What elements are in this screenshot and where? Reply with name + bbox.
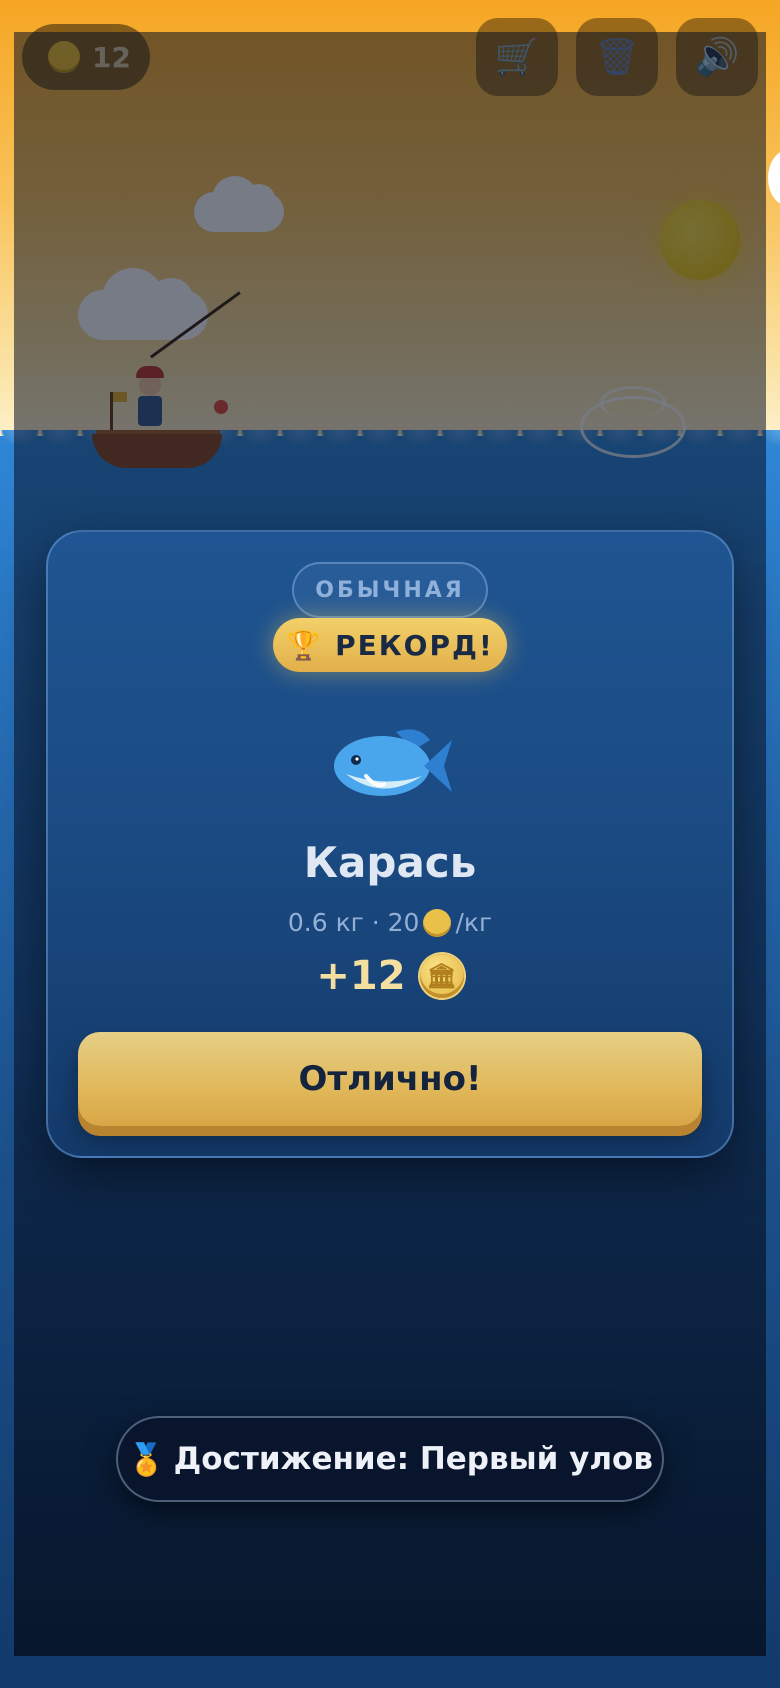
- achievement-text: Достижение: Первый улов: [173, 1441, 653, 1477]
- fish-stats: 0.6 кг · 20 /кг: [46, 908, 734, 937]
- fish-name: Карась: [303, 838, 477, 887]
- fish-weight-price: 0.6 кг · 20: [287, 908, 420, 937]
- record-label: РЕКОРД!: [335, 628, 494, 662]
- achievement-toast: 🏅 Достижение: Первый улов: [116, 1416, 664, 1502]
- fish-icon: [334, 729, 452, 796]
- coin-icon: 🏛: [419, 954, 464, 998]
- coin-icon: [423, 908, 452, 937]
- confirm-button[interactable]: Отлично!: [78, 1032, 702, 1126]
- rarity-badge: ОБЫЧНАЯ: [292, 562, 488, 618]
- trophy-icon: 🏆: [286, 628, 324, 662]
- reward-amount: +12: [316, 953, 406, 999]
- record-badge: 🏆 РЕКОРД!: [273, 618, 507, 672]
- price-unit: /кг: [455, 908, 493, 937]
- reward-row: +12 🏛: [46, 948, 734, 1004]
- medal-icon: 🏅: [127, 1441, 166, 1478]
- coin-bank-glyph: 🏛: [426, 962, 457, 990]
